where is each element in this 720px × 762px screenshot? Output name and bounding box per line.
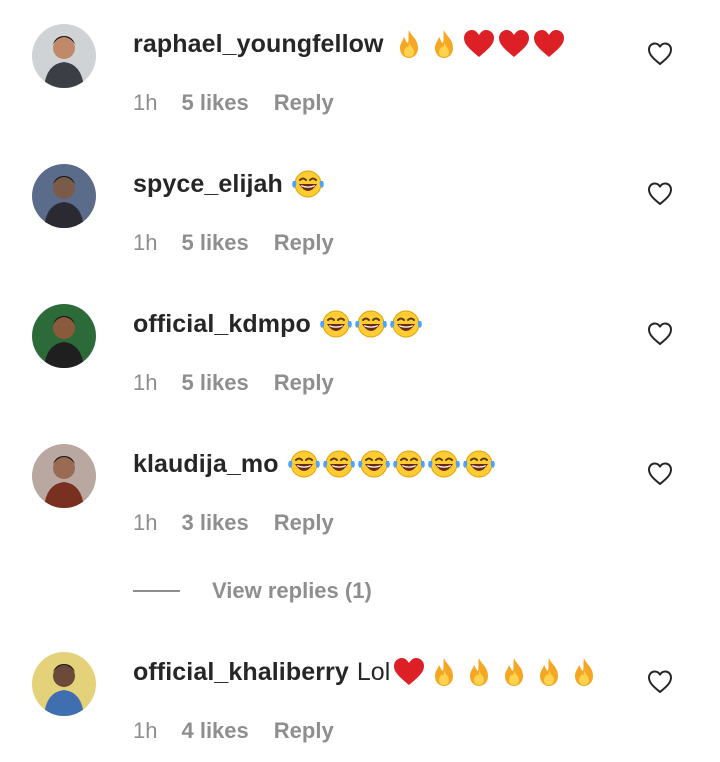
heart-outline-icon[interactable] — [647, 41, 673, 67]
avatar[interactable] — [32, 652, 96, 716]
likes-count[interactable]: 4 likes — [181, 718, 248, 744]
red-heart-emoji-icon — [497, 28, 531, 60]
laughing-tears-emoji-icon — [322, 448, 356, 480]
timestamp: 1h — [133, 370, 158, 395]
avatar[interactable] — [32, 164, 96, 228]
likes-count[interactable]: 3 likes — [181, 510, 248, 536]
username[interactable]: klaudija_mo — [133, 450, 279, 479]
comment-meta: 1h 5 likes Reply — [133, 88, 334, 118]
heart-outline-icon[interactable] — [647, 669, 673, 695]
reply-button[interactable]: Reply — [274, 370, 334, 396]
laughing-tears-emoji-icon — [427, 448, 461, 480]
fire-emoji-icon — [567, 656, 601, 688]
fire-emoji-icon — [427, 656, 461, 688]
reply-button[interactable]: Reply — [274, 510, 334, 536]
fire-emoji-icon — [427, 28, 461, 60]
fire-emoji-icon — [462, 656, 496, 688]
timestamp: 1h — [133, 230, 158, 255]
emoji-group — [291, 168, 326, 200]
emoji-group — [392, 28, 567, 60]
timestamp: 1h — [133, 718, 158, 743]
laughing-tears-emoji-icon — [392, 448, 426, 480]
avatar[interactable] — [32, 444, 96, 508]
heart-outline-icon[interactable] — [647, 181, 673, 207]
laughing-tears-emoji-icon — [319, 308, 353, 340]
laughing-tears-emoji-icon — [291, 168, 325, 200]
red-heart-emoji-icon — [392, 656, 426, 688]
comment-item: official_khaliberry Lol 1h 4 likes Reply — [0, 628, 720, 743]
username[interactable]: official_kdmpo — [133, 310, 311, 339]
emoji-group — [287, 448, 497, 480]
username[interactable]: raphael_youngfellow — [133, 30, 384, 59]
avatar-photo-icon — [32, 444, 96, 508]
avatar-photo-icon — [32, 652, 96, 716]
laughing-tears-emoji-icon — [354, 308, 388, 340]
red-heart-emoji-icon — [532, 28, 566, 60]
comment-item: raphael_youngfellow 1h 5 likes Reply — [0, 0, 720, 115]
fire-emoji-icon — [532, 656, 566, 688]
laughing-tears-emoji-icon — [357, 448, 391, 480]
emoji-group — [392, 656, 602, 688]
username[interactable]: official_khaliberry — [133, 658, 349, 687]
comment-meta: 1h 5 likes Reply — [133, 228, 334, 258]
comment-line: official_khaliberry Lol — [133, 654, 602, 690]
laughing-tears-emoji-icon — [462, 448, 496, 480]
avatar[interactable] — [32, 24, 96, 88]
reply-button[interactable]: Reply — [274, 90, 334, 116]
timestamp: 1h — [133, 510, 158, 535]
view-replies-label[interactable]: View replies (1) — [212, 578, 372, 604]
likes-count[interactable]: 5 likes — [181, 230, 248, 256]
likes-count[interactable]: 5 likes — [181, 370, 248, 396]
timestamp: 1h — [133, 90, 158, 115]
comment-item: klaudija_mo 1h 3 likes Reply — [0, 420, 720, 535]
fire-emoji-icon — [392, 28, 426, 60]
avatar-photo-icon — [32, 304, 96, 368]
emoji-group — [319, 308, 424, 340]
heart-outline-icon[interactable] — [647, 461, 673, 487]
comment-text: Lol — [356, 657, 391, 686]
comment-meta: 1h 3 likes Reply — [133, 508, 334, 538]
red-heart-emoji-icon — [462, 28, 496, 60]
avatar-photo-icon — [32, 24, 96, 88]
comment-line: spyce_elijah — [133, 166, 326, 202]
reply-button[interactable]: Reply — [274, 718, 334, 744]
comment-item: official_kdmpo 1h 5 likes Reply — [0, 280, 720, 395]
avatar-photo-icon — [32, 164, 96, 228]
comment-meta: 1h 5 likes Reply — [133, 368, 334, 398]
comment-line: official_kdmpo — [133, 306, 424, 342]
laughing-tears-emoji-icon — [389, 308, 423, 340]
heart-outline-icon[interactable] — [647, 321, 673, 347]
comment-item: spyce_elijah 1h 5 likes Reply — [0, 140, 720, 255]
username[interactable]: spyce_elijah — [133, 170, 283, 199]
avatar[interactable] — [32, 304, 96, 368]
comment-meta: 1h 4 likes Reply — [133, 716, 334, 746]
comment-line: klaudija_mo — [133, 446, 497, 482]
likes-count[interactable]: 5 likes — [181, 90, 248, 116]
comments-list: raphael_youngfellow 1h 5 likes Reply spy… — [0, 0, 720, 762]
view-replies-button[interactable]: View replies (1) — [133, 576, 372, 606]
fire-emoji-icon — [497, 656, 531, 688]
laughing-tears-emoji-icon — [287, 448, 321, 480]
reply-button[interactable]: Reply — [274, 230, 334, 256]
comment-line: raphael_youngfellow — [133, 26, 567, 62]
view-replies-divider — [133, 590, 180, 592]
